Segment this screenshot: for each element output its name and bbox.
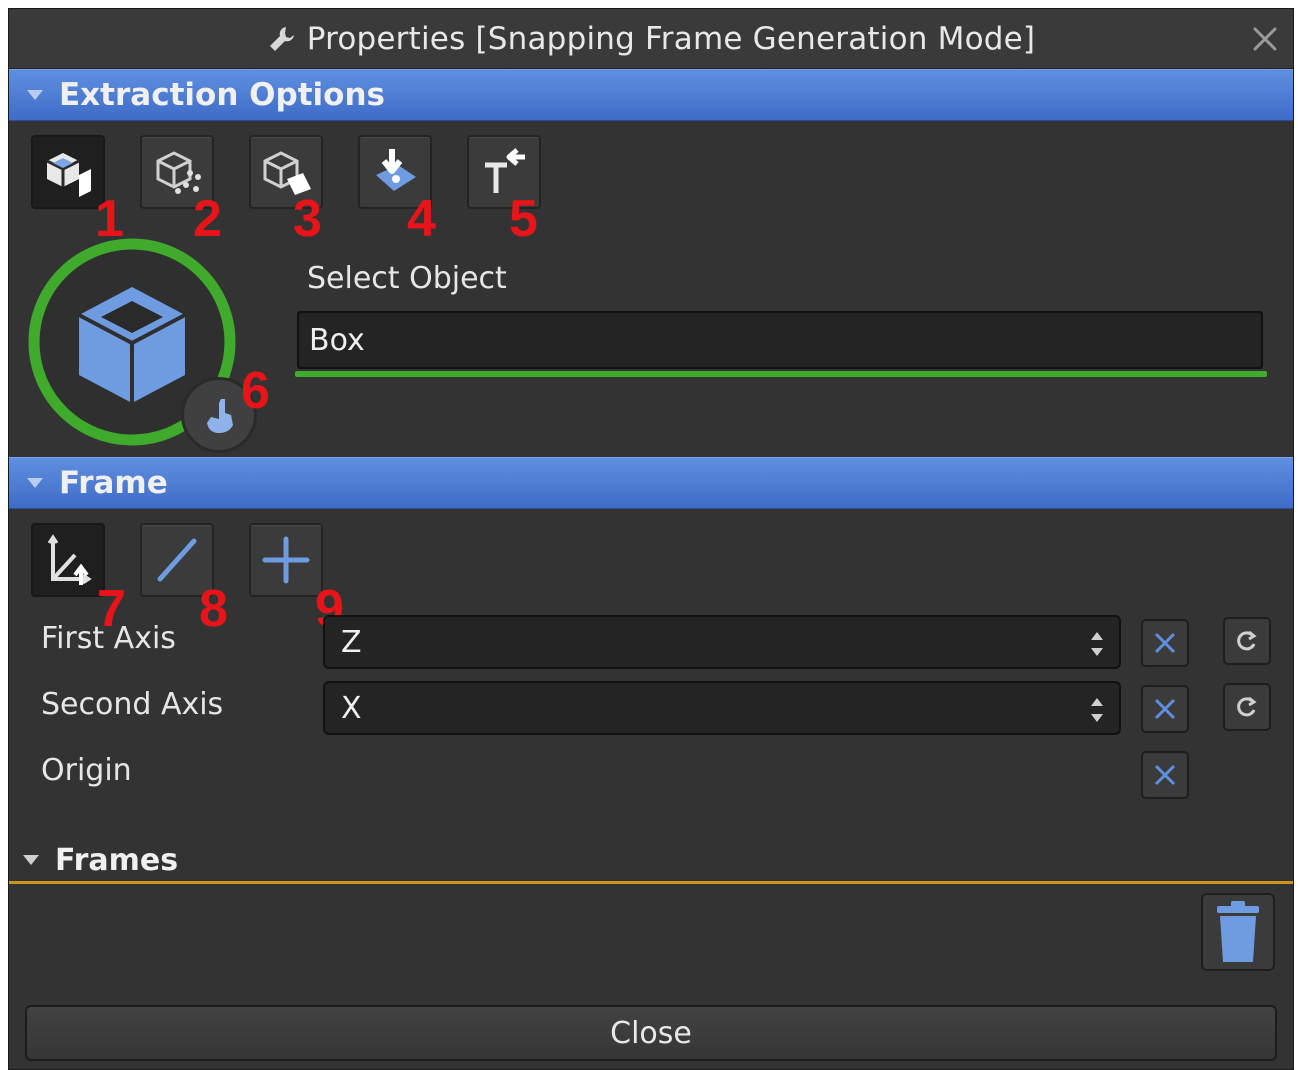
line-icon	[157, 538, 197, 582]
clear-first-axis-button[interactable]	[1141, 619, 1189, 667]
select-object-field[interactable]: Box	[297, 311, 1263, 369]
trash-icon	[1217, 901, 1259, 962]
close-button-label: Close	[610, 1015, 692, 1051]
spinner-arrows-icon	[1091, 632, 1103, 656]
callout-4: 4	[407, 190, 436, 248]
close-icon[interactable]	[1247, 21, 1283, 57]
callout-8: 8	[199, 580, 228, 638]
close-button[interactable]: Close	[25, 1005, 1277, 1061]
section-title: Extraction Options	[59, 77, 385, 113]
tool-plus-button[interactable]	[249, 523, 323, 597]
clear-x-icon	[1154, 632, 1176, 654]
title-bar: Properties [Snapping Frame Generation Mo…	[9, 9, 1293, 69]
reset-second-axis-button[interactable]	[1223, 683, 1271, 731]
tool-axes-frame-button[interactable]	[31, 523, 105, 597]
axes-frame-icon	[47, 534, 92, 585]
select-object-label: Select Object	[307, 261, 507, 296]
refresh-icon	[1237, 696, 1257, 717]
second-axis-select[interactable]: X	[323, 681, 1121, 735]
delete-frame-button[interactable]	[1201, 893, 1275, 971]
plus-icon	[262, 536, 310, 584]
pointer-hand-icon	[207, 399, 233, 433]
clear-second-axis-button[interactable]	[1141, 685, 1189, 733]
frames-header[interactable]: Frames	[9, 837, 1293, 883]
collapse-triangle-icon[interactable]	[27, 90, 43, 100]
extraction-options-header[interactable]: Extraction Options	[9, 69, 1293, 121]
clear-x-icon	[1154, 764, 1176, 786]
reset-first-axis-button[interactable]	[1223, 617, 1271, 665]
tool-solid-object-button[interactable]	[31, 135, 105, 209]
first-axis-select[interactable]: Z	[323, 615, 1121, 669]
callout-3: 3	[293, 190, 322, 248]
second-axis-label: Second Axis	[41, 687, 224, 722]
frame-header[interactable]: Frame	[9, 457, 1293, 509]
select-object-value: Box	[309, 322, 365, 358]
refresh-icon	[1237, 630, 1257, 651]
section-title: Frame	[59, 465, 168, 501]
clear-x-icon	[1154, 698, 1176, 720]
first-axis-label: First Axis	[41, 621, 176, 656]
properties-window: Properties [Snapping Frame Generation Mo…	[8, 8, 1294, 1070]
callout-6: 6	[241, 362, 270, 420]
section-title: Frames	[55, 842, 179, 878]
collapse-triangle-icon[interactable]	[27, 478, 43, 488]
wrench-icon	[269, 27, 294, 51]
spinner-arrows-icon	[1091, 698, 1103, 722]
window-title: Properties [Snapping Frame Generation Mo…	[306, 21, 1036, 57]
origin-label: Origin	[41, 753, 132, 788]
selection-indicator	[295, 371, 1267, 377]
frames-divider	[9, 881, 1293, 884]
solid-object-icon	[46, 153, 91, 197]
callout-5: 5	[509, 190, 538, 248]
clear-origin-button[interactable]	[1141, 751, 1189, 799]
first-axis-value: Z	[341, 624, 362, 660]
collapse-triangle-icon[interactable]	[23, 855, 39, 865]
second-axis-value: X	[341, 690, 362, 726]
